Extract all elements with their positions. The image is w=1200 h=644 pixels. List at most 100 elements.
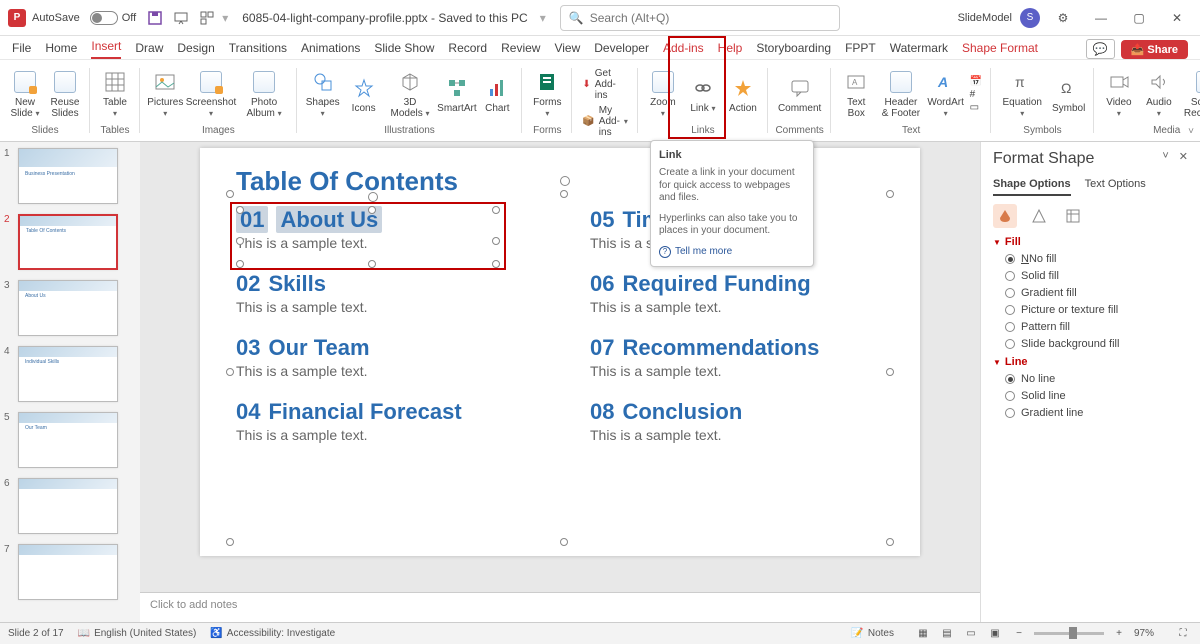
- tooltip-tell-me-more[interactable]: ?Tell me more: [659, 246, 805, 258]
- thumbnail-2[interactable]: Table Of Contents: [18, 214, 118, 270]
- pattern-fill-option[interactable]: Pattern fill: [1005, 321, 1188, 333]
- tab-view[interactable]: View: [554, 41, 580, 59]
- no-line-option[interactable]: No line: [1005, 373, 1188, 385]
- tab-slideshow[interactable]: Slide Show: [374, 41, 434, 59]
- user-avatar[interactable]: S: [1020, 8, 1040, 28]
- panel-expand-icon[interactable]: ˅: [1162, 150, 1168, 168]
- date-time-icon[interactable]: 📅: [970, 76, 982, 87]
- symbol-button[interactable]: ΩSymbol: [1049, 64, 1088, 124]
- zoom-in-icon[interactable]: +: [1110, 625, 1128, 643]
- effects-icon[interactable]: [1027, 204, 1051, 228]
- gradient-line-option[interactable]: Gradient line: [1005, 407, 1188, 419]
- slidebg-fill-option[interactable]: Slide background fill: [1005, 338, 1188, 350]
- icons-button[interactable]: Icons: [345, 64, 383, 124]
- forms-button[interactable]: Forms ▾: [528, 64, 566, 124]
- accessibility-indicator[interactable]: ♿ Accessibility: Investigate: [210, 628, 335, 639]
- smartart-button[interactable]: SmartArt: [437, 64, 476, 124]
- object-icon[interactable]: ▭: [970, 102, 982, 113]
- normal-view-icon[interactable]: ▦: [914, 625, 932, 643]
- zoom-slider[interactable]: [1034, 632, 1104, 635]
- tab-watermark[interactable]: Watermark: [890, 41, 948, 59]
- reading-view-icon[interactable]: ▭: [962, 625, 980, 643]
- my-addins-button[interactable]: 📦My Add-ins ▾: [582, 105, 628, 138]
- tab-draw[interactable]: Draw: [135, 41, 163, 59]
- get-addins-button[interactable]: ⬇Get Add-ins: [582, 68, 628, 101]
- tab-file[interactable]: File: [12, 41, 31, 59]
- tab-storyboarding[interactable]: Storyboarding: [756, 41, 831, 59]
- screenshot-button[interactable]: Screenshot ▾: [187, 64, 236, 124]
- zoom-percent[interactable]: 97%: [1134, 628, 1154, 639]
- header-footer-button[interactable]: Header & Footer: [877, 64, 924, 124]
- thumbnail-3[interactable]: About Us: [18, 280, 118, 336]
- thumbnail-6[interactable]: [18, 478, 118, 534]
- comments-icon[interactable]: 💬: [1086, 39, 1115, 59]
- zoom-button[interactable]: Zoom ▾: [644, 64, 682, 124]
- thumbnail-1[interactable]: Business Presentation: [18, 148, 118, 204]
- tab-home[interactable]: Home: [45, 41, 77, 59]
- tab-transitions[interactable]: Transitions: [229, 41, 287, 59]
- zoom-out-icon[interactable]: −: [1010, 625, 1028, 643]
- present-icon[interactable]: [171, 8, 191, 28]
- tab-developer[interactable]: Developer: [594, 41, 649, 59]
- fill-line-icon[interactable]: [993, 204, 1017, 228]
- language-indicator[interactable]: 📖 English (United States): [78, 628, 197, 639]
- save-icon[interactable]: [145, 8, 165, 28]
- thumbnail-7[interactable]: [18, 544, 118, 600]
- screen-recording-button[interactable]: Screen Recording: [1180, 64, 1200, 124]
- textbox-button[interactable]: AText Box: [837, 64, 875, 124]
- tab-shapeformat[interactable]: Shape Format: [962, 41, 1038, 59]
- account-name[interactable]: SlideModel: [958, 12, 1012, 24]
- sorter-view-icon[interactable]: ▤: [938, 625, 956, 643]
- solid-fill-option[interactable]: Solid fill: [1005, 270, 1188, 282]
- close-icon[interactable]: ✕: [1162, 3, 1192, 33]
- notes-pane[interactable]: Click to add notes: [140, 592, 980, 622]
- slideshow-view-icon[interactable]: ▣: [986, 625, 1004, 643]
- minimize-icon[interactable]: —: [1086, 3, 1116, 33]
- reuse-slides-button[interactable]: Reuse Slides: [46, 64, 84, 124]
- chart-button[interactable]: Chart: [478, 64, 516, 124]
- share-button[interactable]: 📤 Share: [1121, 40, 1188, 59]
- maximize-icon[interactable]: ▢: [1124, 3, 1154, 33]
- tab-animations[interactable]: Animations: [301, 41, 360, 59]
- 3d-models-button[interactable]: 3D Models ▾: [385, 64, 436, 124]
- slide-counter[interactable]: Slide 2 of 17: [8, 628, 64, 639]
- audio-button[interactable]: Audio ▾: [1140, 64, 1178, 124]
- shape-options-tab[interactable]: Shape Options: [993, 178, 1071, 196]
- wordart-button[interactable]: AWordArt ▾: [927, 64, 965, 124]
- photo-album-button[interactable]: Photo Album ▾: [237, 64, 290, 124]
- tab-review[interactable]: Review: [501, 41, 540, 59]
- new-slide-button[interactable]: New Slide ▾: [6, 64, 44, 124]
- notes-button[interactable]: 📝 Notes: [851, 628, 894, 639]
- rotate-handle-outer-icon[interactable]: [560, 176, 570, 186]
- table-button[interactable]: Table ▾: [96, 64, 134, 124]
- link-button[interactable]: Link ▾: [684, 64, 722, 124]
- line-section-header[interactable]: Line: [993, 356, 1188, 368]
- tab-help[interactable]: Help: [718, 41, 743, 59]
- slide-number-icon[interactable]: #: [970, 89, 982, 100]
- picture-fill-option[interactable]: Picture or texture fill: [1005, 304, 1188, 316]
- panel-close-icon[interactable]: ✕: [1179, 150, 1188, 168]
- tab-addins[interactable]: Add-ins: [663, 41, 704, 59]
- comment-button[interactable]: Comment: [774, 64, 825, 124]
- thumbnail-4[interactable]: Individual Skills: [18, 346, 118, 402]
- search-input[interactable]: [590, 11, 831, 25]
- gradient-fill-option[interactable]: Gradient fill: [1005, 287, 1188, 299]
- tab-fppt[interactable]: FPPT: [845, 41, 876, 59]
- fit-to-window-icon[interactable]: ⛶: [1174, 625, 1192, 643]
- video-button[interactable]: Video ▾: [1100, 64, 1138, 124]
- qat-more-icon[interactable]: [197, 8, 217, 28]
- thumbnail-5[interactable]: Our Team: [18, 412, 118, 468]
- equation-button[interactable]: πEquation ▾: [997, 64, 1047, 124]
- pictures-button[interactable]: Pictures ▾: [146, 64, 185, 124]
- size-properties-icon[interactable]: [1061, 204, 1085, 228]
- action-button[interactable]: Action: [724, 64, 762, 124]
- tab-design[interactable]: Design: [177, 41, 214, 59]
- solid-line-option[interactable]: Solid line: [1005, 390, 1188, 402]
- tab-insert[interactable]: Insert: [91, 39, 121, 59]
- search-bar[interactable]: 🔍: [560, 5, 840, 31]
- slide-thumbnails-panel[interactable]: 1Business Presentation 2Table Of Content…: [0, 142, 140, 622]
- tab-record[interactable]: Record: [448, 41, 487, 59]
- ribbon-mode-icon[interactable]: ⚙: [1048, 3, 1078, 33]
- shapes-button[interactable]: Shapes ▾: [303, 64, 343, 124]
- ribbon-collapse-icon[interactable]: ˅: [1188, 126, 1194, 137]
